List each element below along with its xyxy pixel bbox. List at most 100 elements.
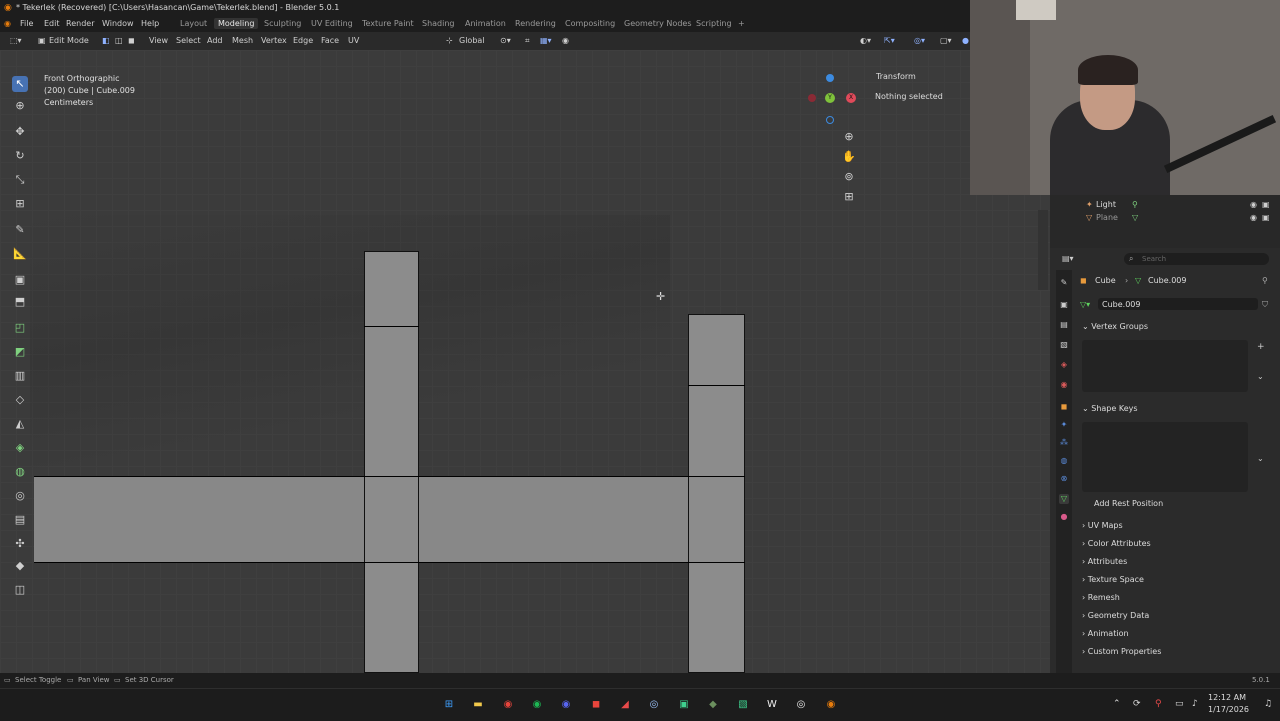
steam-icon[interactable]: ◎ bbox=[646, 697, 662, 713]
tab-rendering[interactable]: Rendering bbox=[515, 19, 556, 28]
view-layer-tab-icon[interactable]: ▧ bbox=[1059, 340, 1069, 350]
gizmo-x-axis[interactable]: X bbox=[846, 93, 856, 103]
header-menu-vertex[interactable]: Vertex bbox=[261, 36, 287, 45]
tab-uv-editing[interactable]: UV Editing bbox=[311, 19, 353, 28]
tab-sculpting[interactable]: Sculpting bbox=[264, 19, 301, 28]
visibility-eye-icon[interactable]: ◉ bbox=[1250, 213, 1257, 222]
animation-header[interactable]: › Animation bbox=[1082, 629, 1129, 638]
particles-tab-icon[interactable]: ⁂ bbox=[1059, 438, 1069, 448]
transform-tool-icon[interactable]: ⊞ bbox=[12, 196, 28, 212]
mesh-left-pillar[interactable] bbox=[364, 251, 419, 673]
3d-viewport[interactable]: Front Orthographic (200) Cube | Cube.009… bbox=[0, 50, 1050, 673]
header-menu-mesh[interactable]: Mesh bbox=[232, 36, 253, 45]
breadcrumb-data[interactable]: Cube.009 bbox=[1148, 276, 1186, 285]
cursor-tool-icon[interactable]: ⊕ bbox=[12, 98, 28, 114]
tray-sync-icon[interactable]: ⟳ bbox=[1133, 699, 1141, 709]
shape-keys-header[interactable]: ⌄ Shape Keys bbox=[1082, 404, 1138, 413]
proportional-edit-icon[interactable]: ◉ bbox=[562, 36, 569, 45]
ortho-grid-icon[interactable]: ⊞ bbox=[840, 188, 858, 206]
attributes-header[interactable]: › Attributes bbox=[1082, 557, 1127, 566]
edge-loop[interactable] bbox=[688, 385, 745, 386]
shading-solid-icon[interactable]: ● bbox=[962, 36, 969, 45]
object-tab-icon[interactable]: ◼ bbox=[1059, 402, 1069, 412]
tab-layout[interactable]: Layout bbox=[180, 19, 207, 28]
render-tab-icon[interactable]: ▣ bbox=[1059, 300, 1069, 310]
tab-compositing[interactable]: Compositing bbox=[565, 19, 615, 28]
taskbar-time[interactable]: 12:12 AM bbox=[1208, 693, 1246, 702]
bevel-tool-icon[interactable]: ◩ bbox=[12, 344, 28, 360]
loop-cut-tool-icon[interactable]: ▥ bbox=[12, 368, 28, 384]
smooth-tool-icon[interactable]: ◍ bbox=[12, 464, 28, 480]
header-menu-view[interactable]: View bbox=[149, 36, 168, 45]
pin-icon[interactable]: ⚲ bbox=[1262, 276, 1268, 285]
edge-slide-tool-icon[interactable]: ◎ bbox=[12, 488, 28, 504]
header-menu-select[interactable]: Select bbox=[176, 36, 201, 45]
color-attributes-header[interactable]: › Color Attributes bbox=[1082, 539, 1151, 548]
mode-selector[interactable]: Edit Mode bbox=[49, 36, 89, 45]
tray-chevron-icon[interactable]: ⌃ bbox=[1113, 699, 1121, 709]
vertex-groups-header[interactable]: ⌄ Vertex Groups bbox=[1082, 322, 1148, 331]
terminal-app-icon[interactable]: ▣ bbox=[676, 697, 692, 713]
snap-target-icon[interactable]: ▦▾ bbox=[540, 36, 552, 45]
game-app-icon[interactable]: ◆ bbox=[705, 697, 721, 713]
camera-view-icon[interactable]: ⊚ bbox=[840, 168, 858, 186]
header-menu-uv[interactable]: UV bbox=[348, 36, 359, 45]
tray-volume-icon[interactable]: ♪ bbox=[1192, 699, 1198, 709]
shape-keys-list[interactable] bbox=[1082, 422, 1248, 492]
tool-tab-icon[interactable]: ✎ bbox=[1059, 278, 1069, 288]
file-explorer-icon[interactable]: ▬ bbox=[470, 697, 486, 713]
gizmo-y-axis[interactable]: Y bbox=[825, 93, 835, 103]
add-rest-position-checkbox[interactable]: Add Rest Position bbox=[1094, 499, 1163, 508]
taskbar-date[interactable]: 1/17/2026 bbox=[1208, 705, 1249, 714]
scene-tab-icon[interactable]: ◈ bbox=[1059, 360, 1069, 370]
edge-loop[interactable] bbox=[34, 562, 745, 563]
extrude-tool-icon[interactable]: ⬒ bbox=[12, 294, 28, 310]
navigation-gizmo[interactable]: Y X bbox=[806, 74, 856, 124]
obs-icon[interactable]: ◎ bbox=[793, 697, 809, 713]
uv-maps-header[interactable]: › UV Maps bbox=[1082, 521, 1123, 530]
tab-geometry-nodes[interactable]: Geometry Nodes bbox=[624, 19, 691, 28]
visibility-icon[interactable]: ◐▾ bbox=[860, 36, 871, 45]
rip-tool-icon[interactable]: ◫ bbox=[12, 582, 28, 598]
render-camera-icon[interactable]: ▣ bbox=[1262, 200, 1270, 209]
custom-properties-header[interactable]: › Custom Properties bbox=[1082, 647, 1161, 656]
menu-render[interactable]: Render bbox=[66, 19, 94, 28]
blender-menu-icon[interactable]: ◉ bbox=[4, 19, 11, 28]
render-camera-icon[interactable]: ▣ bbox=[1262, 213, 1270, 222]
shape-key-specials-icon[interactable]: ⌄ bbox=[1257, 454, 1264, 463]
menu-help[interactable]: Help bbox=[141, 19, 159, 28]
mesh-data-tab-icon[interactable]: ▽ bbox=[1059, 494, 1069, 504]
sidebar-tabs[interactable] bbox=[1038, 210, 1048, 290]
material-tab-icon[interactable]: ● bbox=[1059, 512, 1069, 522]
breadcrumb-object[interactable]: Cube bbox=[1095, 276, 1116, 285]
mesh-right-pillar[interactable] bbox=[688, 314, 745, 673]
rip-region-tool-icon[interactable]: ◆ bbox=[12, 558, 28, 574]
snap-icon[interactable]: ⌗ bbox=[525, 36, 530, 46]
modifier-tab-icon[interactable]: ✦ bbox=[1059, 420, 1069, 430]
windows-start-icon[interactable]: ⊞ bbox=[441, 697, 457, 713]
gizmo-neg-z-axis[interactable] bbox=[826, 116, 834, 124]
face-select-icon[interactable]: ◼ bbox=[128, 36, 135, 45]
menu-edit[interactable]: Edit bbox=[44, 19, 60, 28]
scale-tool-icon[interactable]: ⤡ bbox=[12, 172, 28, 188]
add-cube-tool-icon[interactable]: ▣ bbox=[12, 272, 28, 288]
properties-search-input[interactable]: ⌕ Search bbox=[1124, 253, 1269, 265]
tab-scripting[interactable]: Scripting bbox=[696, 19, 732, 28]
physics-tab-icon[interactable]: ◍ bbox=[1059, 456, 1069, 466]
tab-shading[interactable]: Shading bbox=[422, 19, 455, 28]
gizmo-toggle-icon[interactable]: ⇱▾ bbox=[884, 36, 895, 45]
add-workspace-button[interactable]: + bbox=[738, 19, 745, 28]
data-block-icon[interactable]: ▽▾ bbox=[1080, 300, 1090, 309]
screenshot-app-icon[interactable]: ▧ bbox=[735, 697, 751, 713]
tab-texture-paint[interactable]: Texture Paint bbox=[362, 19, 414, 28]
editor-type-icon[interactable]: ⬚▾ bbox=[10, 36, 22, 45]
outliner-item-light[interactable]: Light bbox=[1096, 200, 1116, 209]
blender-taskbar-icon[interactable]: ◉ bbox=[823, 697, 839, 713]
header-menu-edge[interactable]: Edge bbox=[293, 36, 313, 45]
constraints-tab-icon[interactable]: ⊗ bbox=[1059, 474, 1069, 484]
tab-modeling[interactable]: Modeling bbox=[214, 18, 259, 29]
record-app-icon[interactable]: ◼ bbox=[588, 697, 604, 713]
gizmo-neg-x-axis[interactable] bbox=[808, 94, 816, 102]
edge-loop[interactable] bbox=[364, 326, 419, 327]
remesh-header[interactable]: › Remesh bbox=[1082, 593, 1120, 602]
